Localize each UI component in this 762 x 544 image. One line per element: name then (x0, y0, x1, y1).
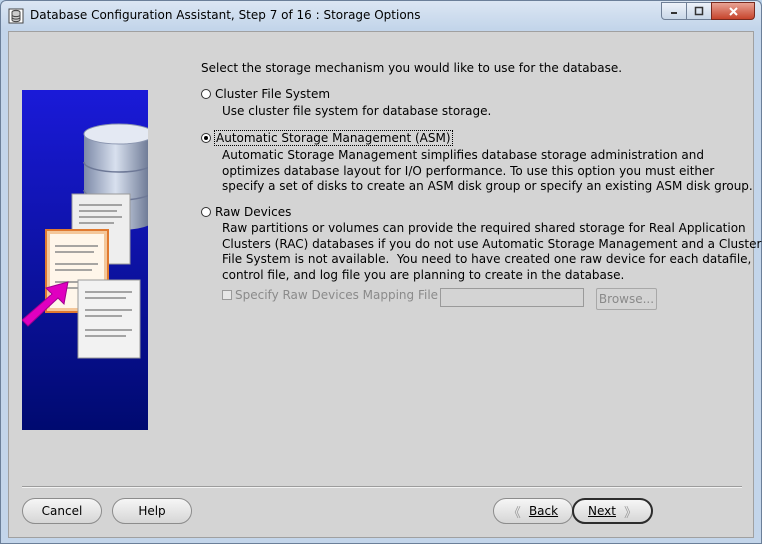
option-description-raw-devices: Raw partitions or volumes can provide th… (222, 221, 762, 282)
maximize-icon (694, 6, 704, 16)
next-button[interactable]: Next 》 (572, 498, 653, 524)
option-label-asm[interactable]: Automatic Storage Management (ASM) (214, 130, 453, 146)
window-title: Database Configuration Assistant, Step 7… (30, 8, 421, 22)
radio-raw-devices[interactable] (201, 207, 211, 217)
dialog-body: Select the storage mechanism you would l… (8, 31, 761, 538)
browse-button[interactable]: Browse... (596, 288, 657, 310)
option-raw-devices[interactable]: Raw Devices (201, 205, 291, 219)
maximize-button[interactable] (686, 2, 712, 20)
title-bar[interactable]: Database Configuration Assistant, Step 7… (1, 1, 761, 31)
option-label-raw-devices[interactable]: Raw Devices (215, 205, 291, 219)
option-description-cluster-file-system: Use cluster file system for database sto… (222, 104, 492, 118)
back-arrow-icon: 《 (507, 505, 521, 521)
minimize-button[interactable] (661, 2, 687, 20)
minimize-icon (671, 12, 677, 14)
close-button[interactable] (711, 2, 755, 20)
window-controls (661, 2, 755, 20)
radio-cluster-file-system[interactable] (201, 89, 211, 99)
option-cluster-file-system[interactable]: Cluster File System (201, 87, 330, 101)
back-button-label: Back (528, 504, 559, 518)
mapping-file-row: Specify Raw Devices Mapping File (222, 288, 438, 302)
radio-asm[interactable] (201, 133, 211, 143)
mapping-file-label: Specify Raw Devices Mapping File (235, 288, 439, 302)
help-button[interactable]: Help (112, 498, 192, 524)
intro-text: Select the storage mechanism you would l… (201, 61, 623, 75)
illustration-graphic (22, 90, 148, 430)
storage-illustration (22, 90, 148, 430)
option-description-asm: Automatic Storage Management simplifies … (222, 148, 753, 193)
option-asm[interactable]: Automatic Storage Management (ASM) (201, 130, 453, 146)
option-label-cluster-file-system[interactable]: Cluster File System (215, 87, 330, 101)
next-button-label: Next (588, 504, 616, 518)
next-arrow-icon: 》 (623, 505, 637, 521)
database-icon (8, 8, 24, 24)
cancel-button[interactable]: Cancel (22, 498, 102, 524)
mapping-file-checkbox[interactable] (222, 290, 232, 300)
footer-divider (22, 486, 742, 488)
dbca-window: Database Configuration Assistant, Step 7… (0, 0, 762, 544)
close-icon (728, 6, 738, 16)
back-button[interactable]: 《 Back (493, 498, 573, 524)
mapping-file-input[interactable] (440, 288, 584, 307)
